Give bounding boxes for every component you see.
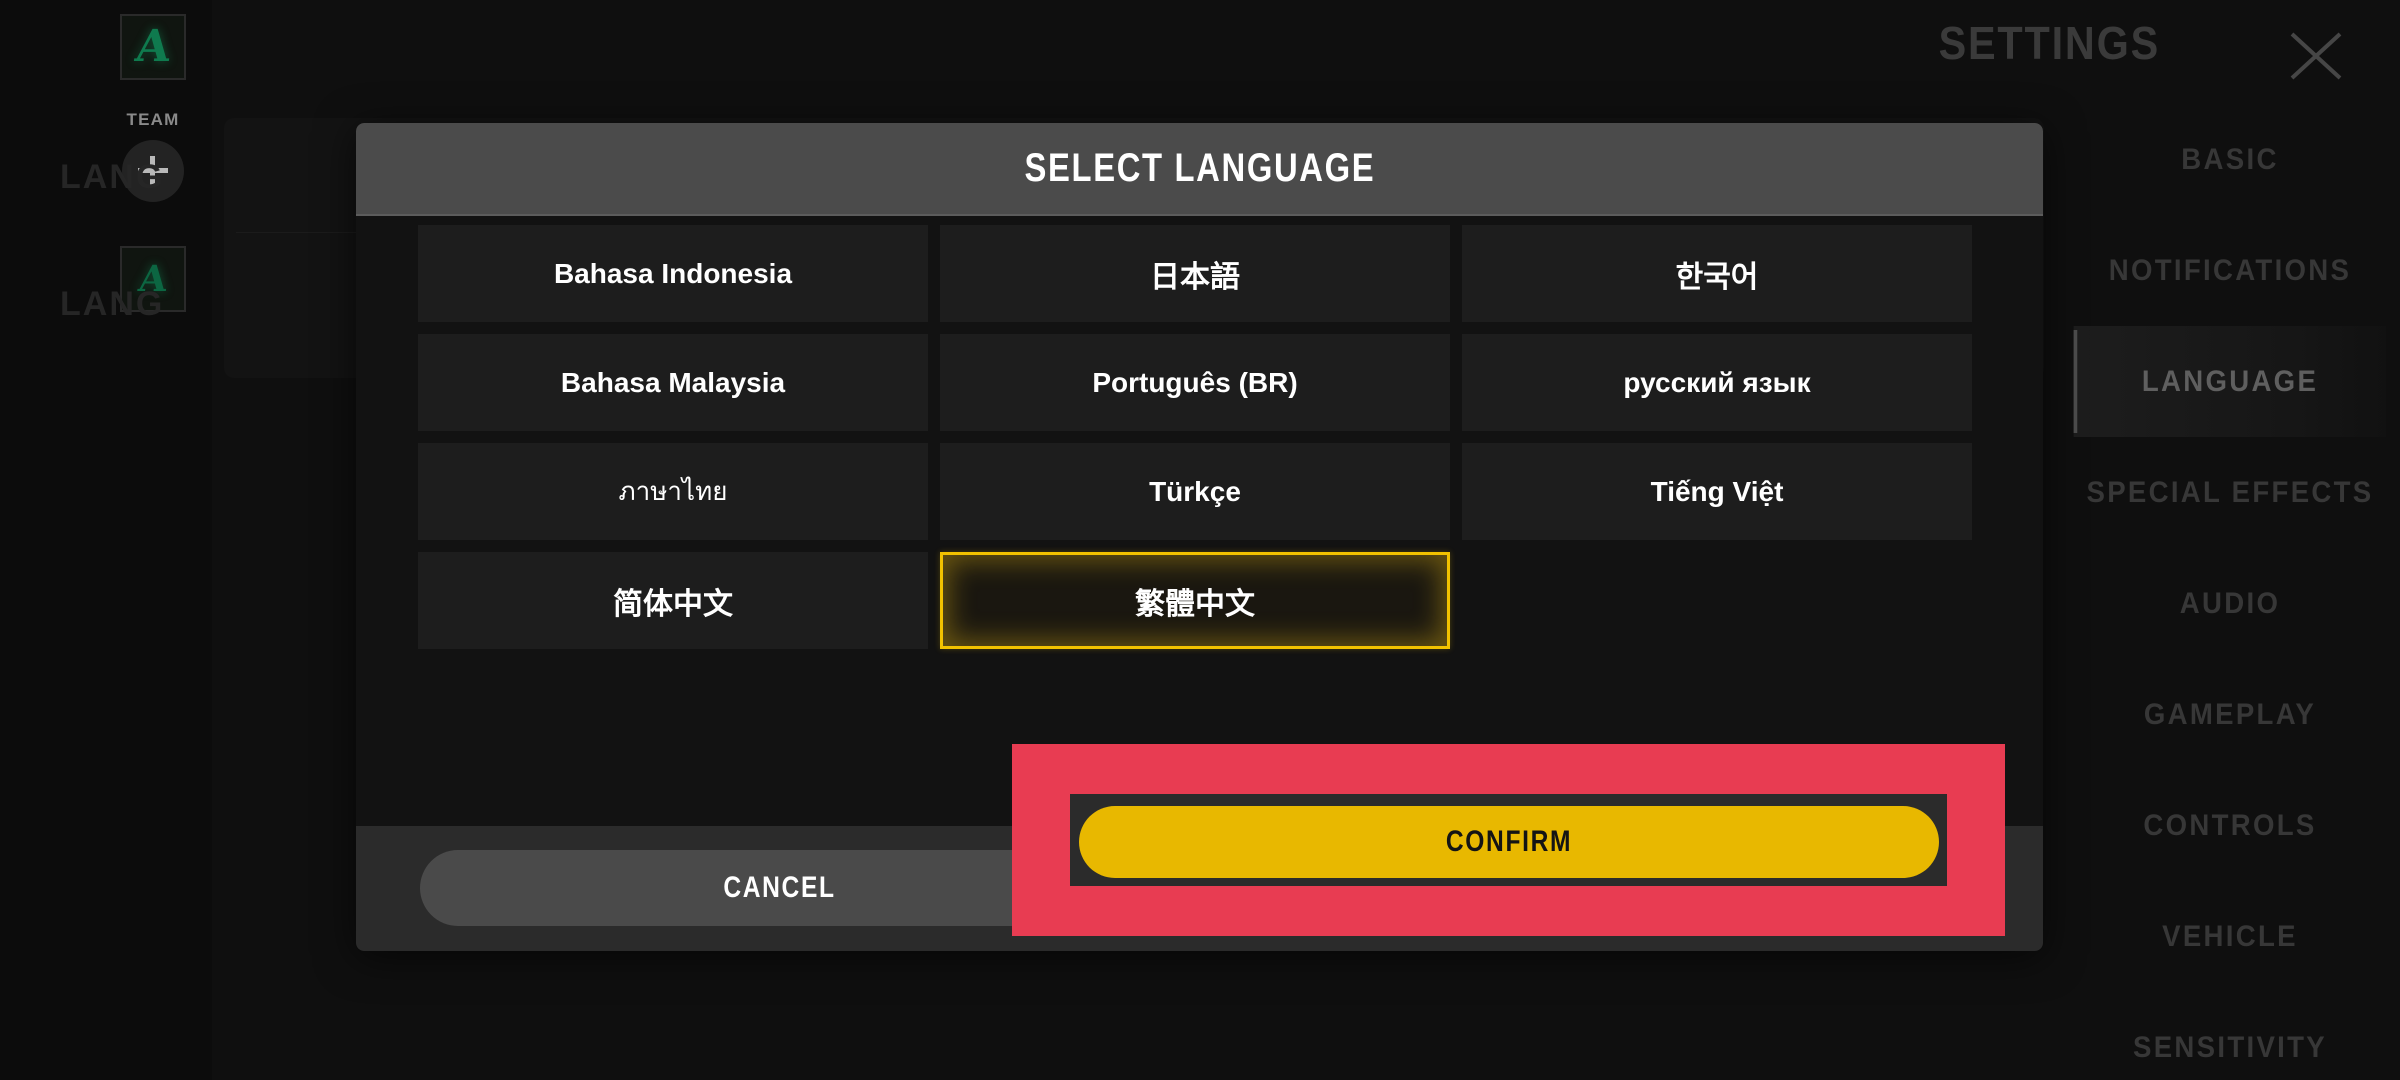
- dialog-title: SELECT LANGUAGE: [1024, 146, 1375, 190]
- sidebar-item-vehicle[interactable]: VEHICLE: [2074, 881, 2387, 992]
- language-option-label: Türkçe: [1149, 475, 1241, 507]
- cancel-button-label: CANCEL: [722, 871, 836, 904]
- language-grid: Bahasa Indonesia 日本語 한국어 Bahasa Malaysia Por…: [418, 225, 1983, 649]
- sidebar-item-notifications[interactable]: NOTIFICATIONS: [2074, 215, 2387, 326]
- confirm-button-label: CONFIRM: [1445, 825, 1573, 858]
- sidebar-item-label: NOTIFICATIONS: [2108, 253, 2352, 287]
- sidebar-item-label: BASIC: [2181, 142, 2279, 176]
- team-avatar-1[interactable]: A: [120, 14, 186, 80]
- language-option[interactable]: 简体中文: [418, 552, 928, 649]
- close-button[interactable]: [2282, 22, 2350, 90]
- sidebar-item-sensitivity[interactable]: SENSITIVITY: [2074, 992, 2387, 1080]
- close-icon: [2290, 32, 2342, 80]
- language-option-label: 繁體中文: [1135, 587, 1255, 621]
- settings-header: SETTINGS: [1780, 0, 2400, 110]
- language-option[interactable]: русский язык: [1462, 334, 1972, 431]
- language-option[interactable]: Bahasa Indonesia: [418, 225, 928, 322]
- language-option[interactable]: ภาษาไทย: [418, 443, 928, 540]
- sidebar-item-controls[interactable]: CONTROLS: [2074, 770, 2387, 881]
- settings-nav: BASIC NOTIFICATIONS LANGUAGE SPECIAL EFFECT…: [2060, 104, 2400, 1080]
- sidebar-item-language[interactable]: LANGUAGE: [2073, 326, 2387, 437]
- language-option-label: Português (BR): [1092, 366, 1298, 398]
- sidebar-item-basic[interactable]: BASIC: [2074, 104, 2387, 215]
- language-option[interactable]: Türkçe: [940, 443, 1450, 540]
- sidebar-item-label: SENSITIVITY: [2132, 1030, 2328, 1064]
- page-title: SETTINGS: [1938, 17, 2160, 69]
- sidebar-item-label: LANGUAGE: [2141, 364, 2319, 398]
- language-option-label: Bahasa Indonesia: [553, 257, 793, 289]
- app-screen: A TEAM A LANG LANG SETTINGS BASIC NOTIFIC…: [0, 0, 2400, 1080]
- language-option[interactable]: 한국어: [1462, 225, 1972, 322]
- background-row-label-1: LANG: [60, 158, 165, 196]
- language-option-label: Tiếng Việt: [1650, 475, 1784, 507]
- sidebar-item-label: GAMEPLAY: [2143, 697, 2317, 731]
- sidebar-item-label: VEHICLE: [2162, 919, 2298, 953]
- language-option-label: 简体中文: [613, 587, 733, 621]
- language-option[interactable]: Português (BR): [940, 334, 1450, 431]
- language-option-label: 한국어: [1675, 260, 1759, 294]
- sidebar-item-gameplay[interactable]: GAMEPLAY: [2074, 659, 2387, 770]
- language-option-label: Bahasa Malaysia: [560, 366, 786, 398]
- team-logo-icon: A: [132, 21, 174, 72]
- dialog-header: SELECT LANGUAGE: [356, 123, 2043, 216]
- sidebar-item-label: SPECIAL EFFECTS: [2086, 475, 2374, 509]
- language-option-label: 日本語: [1150, 260, 1240, 294]
- language-option[interactable]: 日本語: [940, 225, 1450, 322]
- language-option[interactable]: Tiếng Việt: [1462, 443, 1972, 540]
- confirm-button-highlighted[interactable]: CONFIRM: [1079, 806, 1939, 878]
- sidebar-item-special-effects[interactable]: SPECIAL EFFECTS: [2074, 437, 2387, 548]
- language-option[interactable]: Bahasa Malaysia: [418, 334, 928, 431]
- language-option[interactable]: 繁體中文: [940, 552, 1450, 649]
- background-row-label-2: LANG: [60, 285, 165, 323]
- dialog-body: Bahasa Indonesia 日本語 한국어 Bahasa Malaysia Por…: [356, 216, 2043, 826]
- sidebar-item-label: AUDIO: [2179, 586, 2281, 620]
- team-label: TEAM: [126, 110, 180, 129]
- language-option-label: ภาษาไทย: [618, 476, 728, 506]
- language-option-label: русский язык: [1623, 366, 1811, 398]
- sidebar-item-audio[interactable]: AUDIO: [2074, 548, 2387, 659]
- sidebar-item-label: CONTROLS: [2143, 808, 2317, 842]
